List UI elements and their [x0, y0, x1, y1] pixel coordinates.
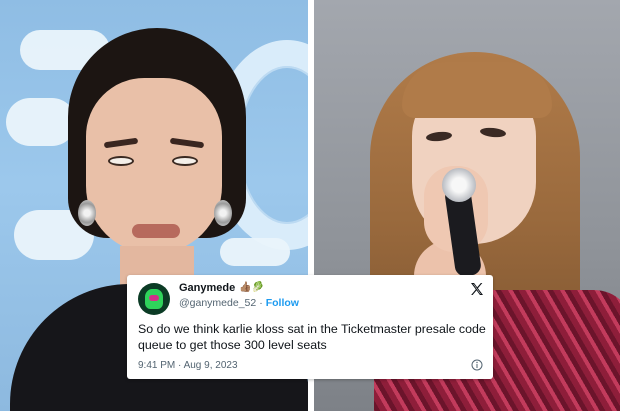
earring: [214, 200, 232, 226]
handle-row: @ganymede_52 · Follow: [179, 297, 299, 309]
name-emojis: 👍🏽🥬: [239, 282, 265, 293]
separator: ·: [259, 297, 263, 309]
avatar[interactable]: [138, 283, 170, 315]
lips: [132, 224, 180, 238]
tweet-text: So do we think karlie kloss sat in the T…: [138, 322, 486, 352]
follow-button[interactable]: Follow: [266, 297, 299, 309]
earring: [78, 200, 96, 226]
backdrop-cloud: [220, 238, 290, 266]
author-row: Ganymede 👍🏽🥬: [179, 282, 264, 294]
microphone-head: [442, 168, 476, 202]
timestamp[interactable]: 9:41 PM · Aug 9, 2023: [138, 360, 238, 371]
eye: [108, 156, 134, 166]
handle[interactable]: @ganymede_52: [179, 297, 256, 309]
backdrop-cloud: [6, 98, 76, 146]
display-name[interactable]: Ganymede: [179, 282, 235, 294]
eye: [172, 156, 198, 166]
bangs: [402, 62, 552, 118]
info-icon[interactable]: [471, 359, 483, 371]
x-logo-icon[interactable]: [469, 281, 485, 297]
tweet-card[interactable]: Ganymede 👍🏽🥬 @ganymede_52 · Follow So do…: [127, 275, 493, 379]
